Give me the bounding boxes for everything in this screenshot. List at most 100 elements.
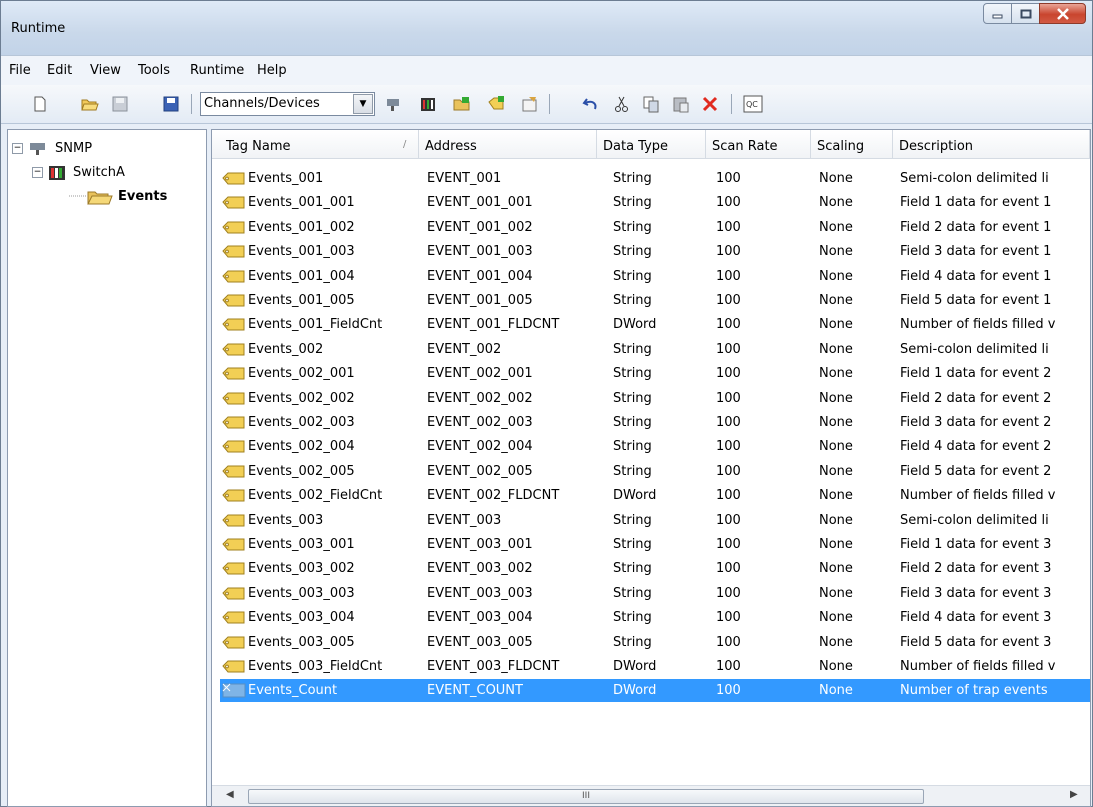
table-row[interactable]: Events_001_001 EVENT_001_001 String 100 None…	[220, 191, 1090, 214]
cut-icon[interactable]	[613, 95, 631, 113]
new-device-icon[interactable]	[419, 95, 437, 113]
open-icon[interactable]	[81, 95, 99, 113]
table-row[interactable]: Events_003 EVENT_003 String 100 None Semi-col…	[220, 509, 1090, 532]
title-bar[interactable]: Runtime	[1, 1, 1092, 55]
table-row[interactable]: Events_003_002 EVENT_003_002 String 100 None…	[220, 557, 1090, 580]
new-tag-icon[interactable]	[487, 95, 505, 113]
menu-tools[interactable]: Tools	[138, 63, 170, 78]
table-row[interactable]: Events_001_FieldCnt EVENT_001_FLDCNT DWord…	[220, 313, 1090, 336]
scan-rate-cell: 100	[716, 439, 741, 455]
list-header: Tag Name Address Data Type Scan Rate Sca…	[212, 130, 1090, 159]
table-row[interactable]: Events_002 EVENT_002 String 100 None Semi-col…	[220, 338, 1090, 361]
table-row[interactable]: Events_002_002 EVENT_002_002 String 100 None…	[220, 387, 1090, 410]
table-row[interactable]: Events_003_003 EVENT_003_003 String 100 None…	[220, 582, 1090, 605]
tag-icon	[222, 538, 245, 551]
menu-help[interactable]: Help	[257, 63, 287, 78]
minimize-button[interactable]	[983, 3, 1012, 24]
scaling-cell: None	[819, 585, 853, 601]
description-cell: Field 5 data for event 1	[900, 293, 1052, 308]
save-icon[interactable]	[111, 95, 129, 113]
new-channel-icon[interactable]	[385, 95, 403, 113]
address-cell: EVENT_001_005	[427, 293, 533, 308]
tag-name-cell: Events_003_001	[248, 537, 355, 552]
delete-icon[interactable]	[701, 95, 719, 113]
chevron-down-icon[interactable]: ▼	[353, 94, 373, 114]
copy-icon[interactable]	[642, 95, 660, 113]
data-type-cell: String	[613, 537, 652, 552]
table-row[interactable]: Events_002_004 EVENT_002_004 String 100 None…	[220, 435, 1090, 458]
table-row[interactable]: Events_003_004 EVENT_003_004 String 100 None…	[220, 606, 1090, 629]
tag-name-cell: Events_002_001	[248, 366, 355, 382]
address-cell: EVENT_001_004	[427, 268, 533, 284]
quick-client-icon[interactable]: QC	[743, 95, 763, 113]
maximize-icon	[1020, 9, 1031, 18]
table-row[interactable]: Events_003_001 EVENT_003_001 String 100 None…	[220, 533, 1090, 556]
table-row[interactable]: Events_001_004 EVENT_001_004 String 100 None…	[220, 265, 1090, 288]
scroll-left-icon[interactable]: ◀	[226, 789, 234, 800]
table-row[interactable]: Events_003_005 EVENT_003_005 String 100 None…	[220, 631, 1090, 654]
channel-tree: − SNMP − SwitchA Events	[7, 129, 207, 807]
new-project-icon[interactable]	[31, 95, 49, 113]
column-scan-rate[interactable]: Scan Rate	[706, 130, 811, 158]
tree-item-events[interactable]: Events	[68, 188, 167, 205]
collapse-icon[interactable]: −	[12, 143, 23, 154]
column-description[interactable]: Description	[893, 130, 1090, 158]
tag-icon	[222, 660, 245, 673]
column-scaling[interactable]: Scaling	[811, 130, 893, 158]
table-row[interactable]: Events_001 EVENT_001 String 100 None Semi-col…	[220, 167, 1090, 190]
table-row[interactable]: Events_Count EVENT_COUNT DWord 100 None Numbe…	[220, 679, 1090, 703]
table-row[interactable]: Events_002_005 EVENT_002_005 String 100 None…	[220, 460, 1090, 483]
paste-icon[interactable]	[672, 95, 690, 113]
column-address[interactable]: Address	[419, 130, 597, 158]
menu-edit[interactable]: Edit	[47, 63, 72, 78]
table-row[interactable]: Events_002_003 EVENT_002_003 String 100 None…	[220, 411, 1090, 434]
save-as-icon[interactable]	[162, 95, 180, 113]
menu-runtime[interactable]: Runtime	[190, 63, 244, 78]
scaling-cell: None	[819, 219, 853, 235]
tag-name-cell: Events_002	[248, 341, 324, 357]
address-cell: EVENT_001_002	[427, 219, 533, 235]
undo-icon[interactable]	[582, 95, 600, 113]
scan-rate-cell: 100	[716, 561, 741, 577]
scrollbar-thumb[interactable]: III	[248, 789, 924, 804]
properties-icon[interactable]	[521, 95, 539, 113]
tree-item-snmp[interactable]: − SNMP	[12, 140, 92, 157]
collapse-icon[interactable]: −	[32, 167, 43, 178]
tag-icon	[222, 562, 245, 575]
horizontal-scrollbar[interactable]: ◀ III ▶	[212, 785, 1090, 806]
tag-icon	[222, 343, 245, 356]
tag-name-cell: Events_003_002	[248, 561, 355, 577]
table-row[interactable]: Events_002_FieldCnt EVENT_002_FLDCNT DWord…	[220, 484, 1090, 507]
menu-view[interactable]: View	[90, 63, 121, 78]
scaling-cell: None	[819, 561, 853, 577]
maximize-button[interactable]	[1011, 3, 1040, 24]
close-button[interactable]	[1039, 3, 1086, 24]
table-row[interactable]: Events_001_005 EVENT_001_005 String 100 None…	[220, 289, 1090, 312]
view-combo[interactable]: Channels/Devices ▼	[200, 92, 375, 116]
scan-rate-cell: 100	[716, 610, 741, 626]
scaling-cell: None	[819, 659, 853, 674]
scaling-cell: None	[819, 415, 853, 430]
scroll-right-icon[interactable]: ▶	[1070, 789, 1078, 800]
table-row[interactable]: Events_001_003 EVENT_001_003 String 100 None…	[220, 240, 1090, 263]
address-cell: EVENT_002_003	[427, 415, 533, 430]
tree-item-switcha[interactable]: − SwitchA	[32, 164, 125, 181]
description-cell: Field 2 data for event 2	[900, 390, 1052, 406]
address-cell: EVENT_001_FLDCNT	[427, 317, 560, 333]
data-type-cell: DWord	[613, 488, 657, 504]
new-tag-group-icon[interactable]	[453, 95, 471, 113]
column-data-type[interactable]: Data Type	[597, 130, 706, 158]
menu-file[interactable]: File	[9, 63, 31, 78]
table-row[interactable]: Events_001_002 EVENT_001_002 String 100 None…	[220, 216, 1090, 239]
table-row[interactable]: Events_002_001 EVENT_002_001 String 100 None…	[220, 362, 1090, 385]
svg-text:QC: QC	[746, 100, 758, 109]
column-tag-name[interactable]: Tag Name	[220, 130, 419, 158]
description-cell: Field 5 data for event 2	[900, 463, 1052, 479]
description-cell: Field 4 data for event 2	[900, 439, 1052, 455]
address-cell: EVENT_002	[427, 341, 502, 357]
data-type-cell: DWord	[613, 683, 657, 699]
tag-name-cell: Events_002_004	[248, 439, 355, 455]
scaling-cell: None	[819, 317, 853, 333]
tag-name-cell: Events_001_004	[248, 268, 355, 284]
table-row[interactable]: Events_003_FieldCnt EVENT_003_FLDCNT DWord…	[220, 655, 1090, 678]
